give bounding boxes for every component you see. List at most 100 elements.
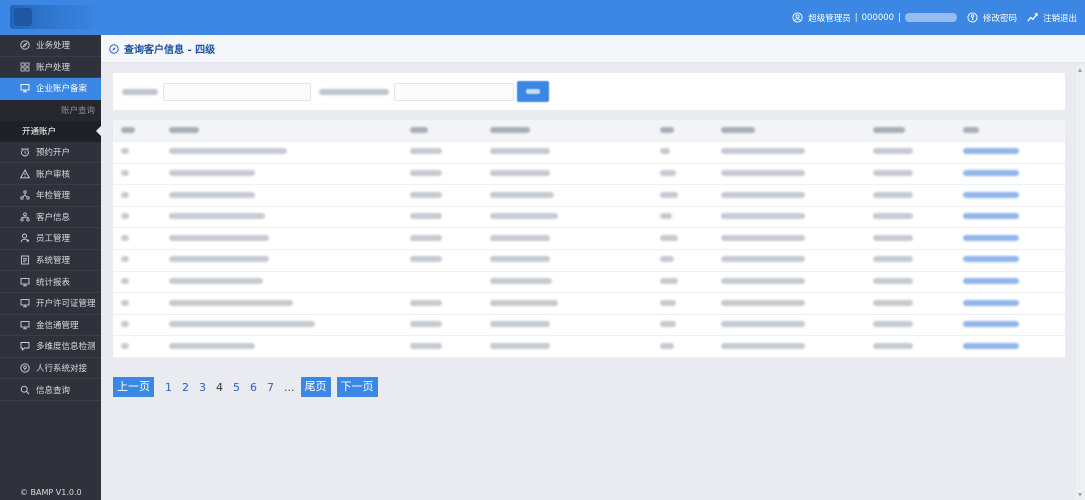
table-cell-actions[interactable]: [955, 163, 1065, 186]
search-input-code[interactable]: [394, 83, 514, 101]
sidebar-item-account-review[interactable]: 账户审核: [0, 163, 101, 185]
table-cell: [713, 271, 865, 294]
table-cell: [161, 335, 402, 359]
compass-icon: [20, 40, 30, 50]
compass-icon: [109, 43, 119, 54]
sidebar-item-customer-info[interactable]: 客户信息: [0, 207, 101, 229]
table-cell-actions[interactable]: [955, 271, 1065, 294]
table-header-cell: [113, 120, 161, 143]
sidebar-item-system[interactable]: 系统管理: [0, 250, 101, 272]
sidebar-item-reports[interactable]: 统计报表: [0, 271, 101, 293]
table-cell-actions[interactable]: [955, 227, 1065, 251]
sidebar-subitem-open-account[interactable]: 开通账户: [0, 120, 101, 142]
table-cell: [652, 249, 713, 272]
table-cell-actions[interactable]: [955, 141, 1065, 164]
page-link-3[interactable]: 3: [199, 381, 206, 394]
user-role-label: 超级管理员: [808, 13, 851, 24]
page-link-6[interactable]: 6: [250, 381, 257, 394]
sidebar-item-reservation[interactable]: 预约开户: [0, 142, 101, 164]
page-link-2[interactable]: 2: [182, 381, 189, 394]
table-cell-actions[interactable]: [955, 249, 1065, 272]
sidebar-item-annual-inspection[interactable]: 年检管理: [0, 185, 101, 207]
search-label-redacted: [122, 89, 158, 95]
sidebar-item-label: 员工管理: [36, 234, 71, 245]
next-page-button[interactable]: 下一页: [336, 377, 378, 397]
table-cell-actions[interactable]: [955, 314, 1065, 337]
table-header-cell: [402, 120, 482, 143]
logout-label: 注销退出: [1042, 13, 1077, 24]
table-cell: [113, 184, 161, 207]
table-header-row: [113, 120, 1065, 143]
page-link-current: 4: [216, 380, 223, 394]
sidebar-item-label: 业务处理: [36, 41, 71, 52]
sidebar-item-license[interactable]: 开户许可证管理: [0, 293, 101, 315]
table-cell: [113, 314, 161, 337]
grid-icon: [20, 62, 30, 72]
table-cell: [402, 163, 482, 186]
sidebar-item-jinxintong[interactable]: 金信通管理: [0, 315, 101, 337]
table-cell: [113, 271, 161, 294]
table-cell-actions[interactable]: [955, 184, 1065, 207]
sidebar-subitem-account-query[interactable]: 账户查询: [0, 99, 101, 121]
sidebar-item-pboc-integration[interactable]: 人行系统对接: [0, 358, 101, 380]
table-header-cell: [865, 120, 955, 143]
search-button[interactable]: [517, 81, 549, 102]
table-cell: [161, 314, 402, 337]
table-row: [113, 163, 1065, 186]
user-name-redacted: [904, 13, 957, 22]
prev-page-button[interactable]: 上一页: [113, 377, 154, 397]
page-link-7[interactable]: 7: [267, 381, 274, 394]
last-page-button[interactable]: 尾页: [300, 377, 331, 397]
vertical-scrollbar[interactable]: [1076, 65, 1085, 500]
change-password-link[interactable]: 修改密码: [967, 12, 1017, 24]
search-panel: [113, 73, 1065, 110]
table-cell: [113, 292, 161, 315]
table-row: [113, 249, 1065, 272]
search-input-name[interactable]: [163, 83, 311, 101]
user-account-group[interactable]: 超级管理员 | 000000 |: [792, 12, 957, 24]
sidebar-item-label: 信息查询: [36, 385, 71, 396]
table-cell: [865, 314, 955, 337]
monitor-icon: [20, 84, 30, 93]
table-cell: [161, 141, 402, 164]
warning-icon: [20, 168, 30, 178]
table-row: [113, 206, 1065, 229]
sidebar-item-multi-detection[interactable]: 多维度信息检测: [0, 336, 101, 358]
table-cell-actions[interactable]: [955, 206, 1065, 229]
logout-link[interactable]: 注销退出: [1027, 12, 1077, 24]
table-cell: [402, 141, 482, 164]
page-link-5[interactable]: 5: [233, 381, 240, 394]
sidebar-item-label: 开户许可证管理: [36, 299, 96, 310]
table-cell: [113, 163, 161, 186]
sidebar-item-label: 金信通管理: [36, 320, 79, 331]
table-cell: [865, 141, 955, 164]
monitor-icon: [20, 320, 30, 330]
table-cell: [113, 206, 161, 229]
sidebar-item-business[interactable]: 业务处理: [0, 35, 101, 57]
table-cell-actions[interactable]: [955, 335, 1065, 359]
monitor-icon: [20, 277, 30, 286]
table-cell: [482, 335, 652, 359]
table-cell: [402, 184, 482, 207]
sidebar-item-info-query[interactable]: 信息查询: [0, 379, 101, 401]
key-circle-icon: [967, 12, 978, 23]
table-row: [113, 292, 1065, 315]
table-header-cell: [955, 120, 1065, 143]
sidebar-item-label: 人行系统对接: [36, 364, 88, 375]
monitor-icon: [20, 299, 30, 308]
table-cell: [652, 227, 713, 251]
sidebar-subitem-label: 账户查询: [60, 106, 95, 117]
table-cell-actions[interactable]: [955, 292, 1065, 315]
table-cell: [113, 249, 161, 272]
user-account-code: 000000: [861, 12, 895, 23]
main-content: 查询客户信息 - 四级 上一页 1 2 3 4 5 6 7 ... 尾页 下一页: [101, 35, 1085, 500]
page-link-1[interactable]: 1: [165, 381, 172, 394]
table-cell: [402, 271, 482, 294]
table-cell: [402, 206, 482, 229]
sidebar-item-staff[interactable]: 员工管理: [0, 228, 101, 250]
sidebar-item-enterprise-filing[interactable]: 企业账户备案: [0, 78, 101, 100]
circle-icon: [20, 363, 30, 373]
sidebar-item-label: 账户处理: [36, 62, 71, 73]
chat-icon: [20, 342, 30, 352]
sidebar-item-account-processing[interactable]: 账户处理: [0, 57, 101, 79]
